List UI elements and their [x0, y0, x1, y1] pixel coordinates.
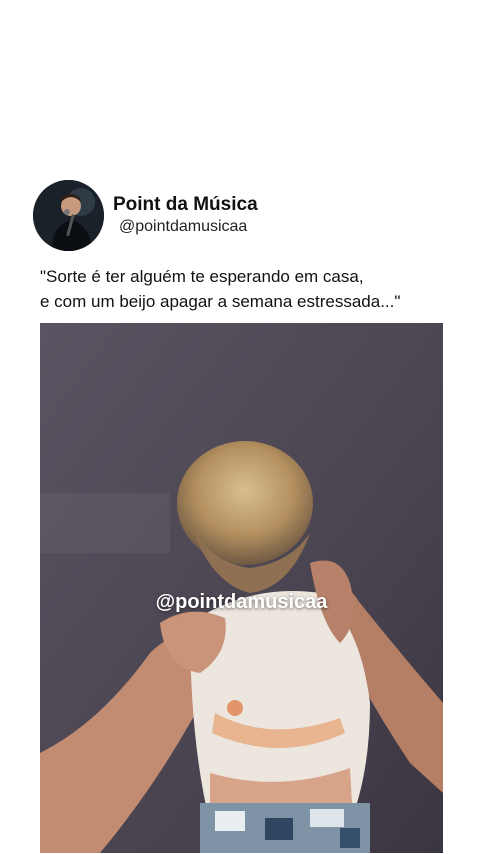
watermark-text: @pointdamusicaa — [155, 591, 328, 613]
author-handle[interactable]: @pointdamusicaa — [119, 218, 247, 236]
story-screen: Point da Música @pointdamusicaa "Sorte é… — [0, 0, 480, 854]
avatar[interactable] — [33, 180, 104, 251]
quote-text: "Sorte é ter alguém te esperando em casa… — [40, 264, 460, 314]
singer-photo-icon — [33, 180, 104, 251]
video-frame[interactable]: @pointdamusicaa — [40, 323, 443, 853]
post-header: Point da Música @pointdamusicaa — [33, 180, 453, 252]
video-still-image — [40, 323, 443, 853]
quote-line: "Sorte é ter alguém te esperando em casa… — [40, 267, 364, 286]
author-name[interactable]: Point da Música — [113, 194, 258, 216]
quote-line: e com um beijo apagar a semana estressad… — [40, 292, 401, 311]
